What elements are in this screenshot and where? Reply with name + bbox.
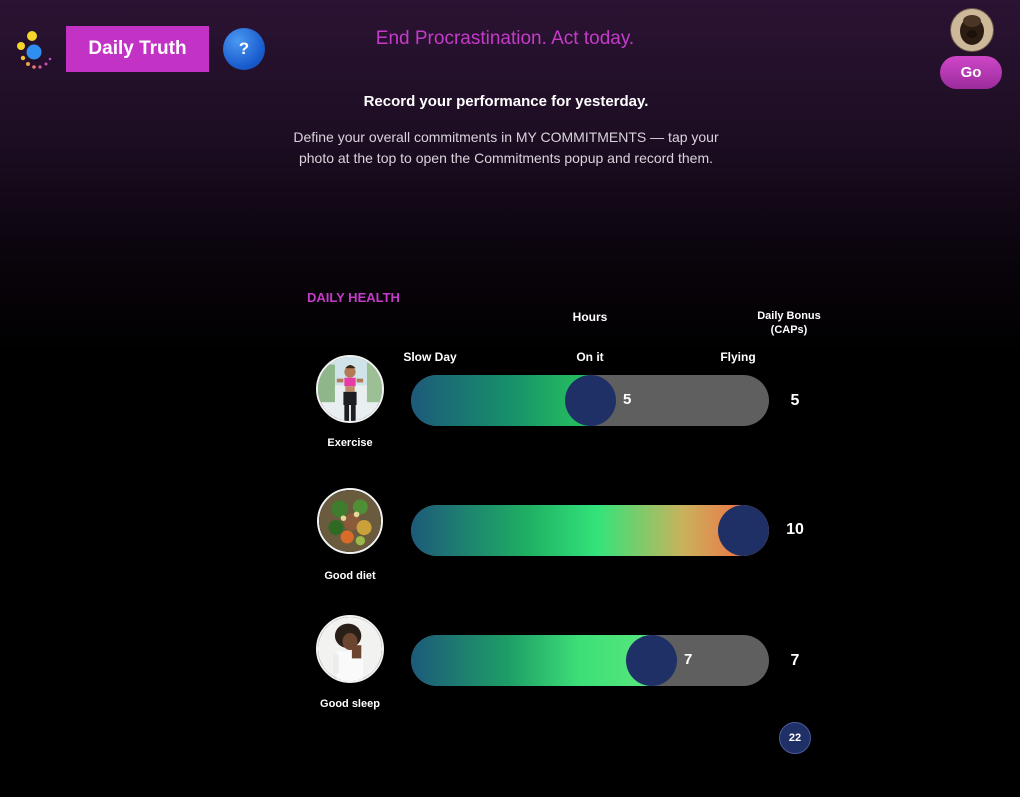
user-avatar[interactable]: [950, 8, 994, 52]
diet-row: Good diet 10: [0, 488, 1020, 588]
bonus-column-header: Daily Bonus (CAPs): [748, 309, 830, 337]
diet-photo: [317, 488, 383, 554]
exercise-label: Exercise: [327, 437, 373, 449]
daily-truth-button[interactable]: Daily Truth: [66, 26, 209, 72]
help-button[interactable]: ?: [223, 28, 265, 70]
bonus-header-line2: (CAPs): [770, 324, 808, 336]
diet-slider-knob[interactable]: [718, 505, 769, 556]
diet-slider[interactable]: [411, 505, 769, 556]
diet-bonus: 10: [786, 521, 804, 538]
diet-label: Good diet: [324, 570, 376, 582]
tagline: End Procrastination. Act today.: [375, 28, 635, 49]
section-label: DAILY HEALTH: [307, 290, 400, 305]
intro-text: Define your overall commitments in MY CO…: [293, 129, 719, 166]
sleep-photo: [316, 615, 384, 683]
sleep-slider-knob[interactable]: [626, 635, 677, 686]
exercise-slider-knob[interactable]: [565, 375, 616, 426]
exercise-photo: [316, 355, 384, 423]
sleep-slider-value: 7: [684, 651, 693, 668]
exercise-row: Exercise 5 5: [0, 355, 1020, 455]
app-logo[interactable]: [10, 26, 58, 74]
diet-slider-fill: [411, 505, 769, 556]
hours-column-header: Hours: [572, 310, 608, 324]
exercise-slider-fill: [411, 375, 591, 426]
go-button[interactable]: Go: [940, 56, 1002, 89]
sleep-slider[interactable]: 7: [411, 635, 769, 686]
total-bonus-badge: 22: [779, 722, 811, 754]
exercise-slider[interactable]: 5: [411, 375, 769, 426]
sleep-label: Good sleep: [320, 698, 380, 710]
sleep-slider-fill: [411, 635, 652, 686]
sleep-bonus: 7: [790, 652, 800, 669]
bonus-header-line1: Daily Bonus: [757, 310, 821, 322]
sleep-row: Good sleep 7 7: [0, 615, 1020, 715]
exercise-bonus: 5: [790, 392, 800, 409]
page-heading: Record your performance for yesterday.: [363, 93, 649, 110]
exercise-slider-value: 5: [623, 391, 632, 408]
